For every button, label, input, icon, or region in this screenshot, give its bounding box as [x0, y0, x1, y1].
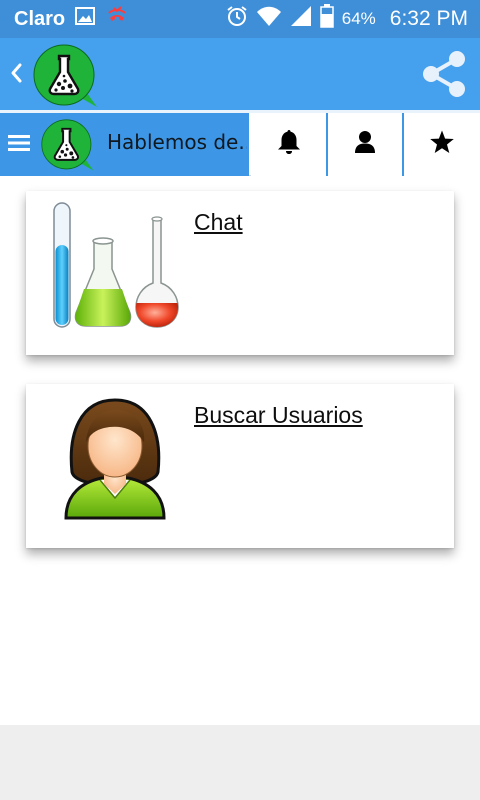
tab-bar: Hablemos de...	[0, 113, 480, 176]
menu-icon[interactable]	[8, 132, 30, 154]
missed-call-icon	[105, 4, 129, 34]
status-left: Claro	[14, 4, 129, 34]
battery-percent: 64%	[341, 9, 376, 28]
clock: 6:32 PM	[389, 7, 468, 30]
status-bar: Claro 64% 6:32 PM	[0, 0, 480, 38]
app-bar	[0, 38, 480, 110]
bottom-area	[0, 725, 480, 800]
card-chat[interactable]: Chat	[26, 191, 454, 355]
tab-home[interactable]: Hablemos de...	[0, 113, 249, 176]
tab-title: Hablemos de...	[107, 130, 247, 154]
alarm-icon	[226, 5, 248, 33]
tab-notifications[interactable]	[251, 113, 326, 176]
tab-favorites[interactable]	[404, 113, 480, 176]
tab-profile[interactable]	[328, 113, 402, 176]
status-right: 64% 6:32 PM	[226, 4, 468, 34]
lab-glassware-icon	[50, 201, 184, 336]
star-icon	[429, 130, 455, 159]
share-icon[interactable]	[418, 48, 470, 100]
person-icon	[354, 130, 376, 159]
back-icon[interactable]	[8, 58, 24, 88]
chat-link[interactable]: Chat	[194, 209, 243, 236]
wifi-icon	[256, 5, 282, 33]
battery-icon	[320, 4, 334, 34]
card-search-users[interactable]: Buscar Usuarios	[26, 384, 454, 548]
carrier-name: Claro	[14, 7, 66, 30]
signal-icon	[290, 5, 312, 33]
user-avatar-icon	[62, 394, 168, 527]
flask-logo	[41, 119, 95, 178]
image-icon	[75, 7, 96, 31]
app-logo[interactable]	[33, 44, 99, 115]
search-users-link[interactable]: Buscar Usuarios	[194, 402, 363, 429]
bell-icon	[277, 129, 301, 160]
